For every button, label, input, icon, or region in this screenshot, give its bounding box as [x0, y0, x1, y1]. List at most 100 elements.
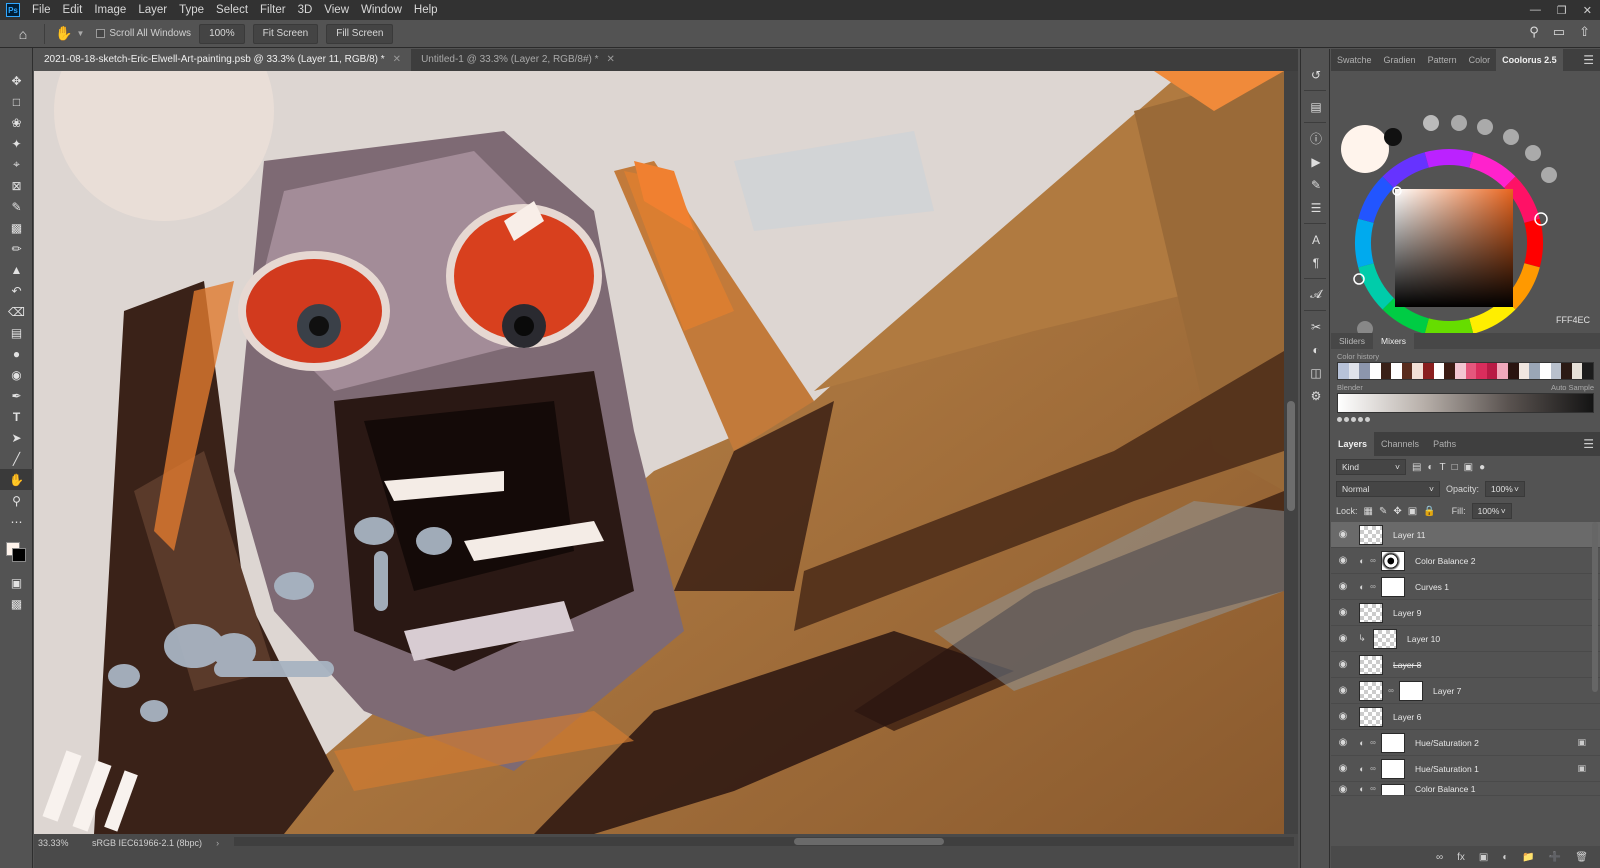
color-history-swatch[interactable] [1508, 363, 1519, 379]
color-history-swatch[interactable] [1476, 363, 1487, 379]
layer-row[interactable]: ◉ Layer 11 [1331, 522, 1600, 548]
new-adjustment-icon[interactable]: ◐ [1502, 852, 1508, 863]
libraries-icon[interactable]: ▤ [1301, 95, 1331, 118]
menu-filter[interactable]: Filter [254, 0, 292, 20]
workspace-icon[interactable]: ▭ [1553, 24, 1565, 40]
layer-row[interactable]: ◉ ◐ ∞ Hue/Saturation 2 ▣ [1331, 730, 1600, 756]
zoom-100-button[interactable]: 100% [199, 23, 245, 44]
layer-row[interactable]: ◉ ↳ Layer 10 [1331, 626, 1600, 652]
color-history-swatch[interactable] [1539, 363, 1551, 379]
scroll-all-windows-checkbox[interactable]: Scroll All Windows [96, 28, 191, 39]
layer-name[interactable]: Layer 11 [1393, 530, 1425, 540]
tools-preset-icon[interactable]: ✂ [1301, 315, 1331, 338]
lock-all-icon[interactable]: 🔒 [1423, 506, 1435, 517]
pen-tool-icon[interactable]: ✒ [0, 385, 33, 406]
search-icon[interactable]: ⚲ [1529, 24, 1539, 40]
tab-document-2[interactable]: Untitled-1 @ 33.3% (Layer 2, RGB/8#) * ✕ [411, 49, 625, 71]
coolorus-color-wheel[interactable]: FFF4EC [1331, 71, 1600, 355]
more-tools-icon[interactable]: ⋯ [0, 511, 33, 532]
color-history-swatch[interactable] [1444, 363, 1455, 379]
tab-coolorus[interactable]: Coolorus 2.5 [1496, 49, 1563, 71]
healing-brush-tool-icon[interactable]: ▩ [0, 217, 33, 238]
background-color-swatch[interactable] [12, 548, 26, 562]
layer-name[interactable]: Layer 9 [1393, 608, 1421, 618]
horizontal-scrollbar[interactable] [234, 837, 1294, 846]
hand-tool-icon[interactable]: ✋ [55, 25, 72, 42]
filter-toggle-icon[interactable]: ● [1479, 462, 1485, 473]
menu-window[interactable]: Window [355, 0, 408, 20]
home-icon[interactable]: ⌂ [12, 26, 34, 42]
chevron-right-icon[interactable]: › [216, 838, 219, 848]
quick-mask-icon[interactable]: ▣ [0, 572, 33, 593]
color-history-swatch[interactable] [1359, 363, 1370, 379]
color-history-swatch[interactable] [1391, 363, 1402, 379]
screen-mode-icon[interactable]: ▩ [0, 593, 33, 614]
tab-patterns[interactable]: Pattern [1422, 49, 1463, 71]
layer-name[interactable]: Layer 7 [1433, 686, 1461, 696]
color-history-swatch[interactable] [1380, 363, 1392, 379]
close-icon[interactable]: ✕ [393, 49, 401, 71]
new-layer-icon[interactable]: ➕ [1549, 852, 1561, 863]
menu-edit[interactable]: Edit [57, 0, 89, 20]
eraser-tool-icon[interactable]: ⌫ [0, 301, 33, 322]
color-swatches[interactable] [0, 532, 33, 572]
close-icon[interactable]: ✕ [1583, 4, 1592, 17]
eye-icon[interactable]: ◉ [1331, 529, 1355, 540]
add-mask-icon[interactable]: ▣ [1479, 852, 1488, 863]
type-tool-icon[interactable]: T [0, 406, 33, 427]
styles-icon[interactable]: ◐ [1301, 338, 1331, 361]
opacity-field[interactable]: 100% ˅ [1485, 481, 1526, 497]
link-icon[interactable]: ∞ [1387, 686, 1395, 695]
tab-color[interactable]: Color [1463, 49, 1497, 71]
color-history-swatch[interactable] [1433, 363, 1445, 379]
character-icon[interactable]: A [1301, 228, 1331, 251]
menu-help[interactable]: Help [408, 0, 444, 20]
tab-gradients[interactable]: Gradien [1378, 49, 1422, 71]
eye-icon[interactable]: ◉ [1331, 685, 1355, 696]
layer-name[interactable]: Layer 8 [1393, 660, 1421, 670]
color-history-swatch[interactable] [1338, 363, 1349, 379]
tab-mixers[interactable]: Mixers [1372, 333, 1415, 349]
menu-layer[interactable]: Layer [132, 0, 173, 20]
history-icon[interactable]: ↺ [1301, 63, 1331, 86]
layer-kind-filter[interactable]: Kind ˅ [1336, 459, 1406, 475]
color-history-swatch[interactable] [1412, 363, 1423, 379]
layer-name[interactable]: Layer 10 [1407, 634, 1440, 644]
crop-tool-icon[interactable]: ⌖ [0, 154, 33, 175]
fill-screen-button[interactable]: Fill Screen [326, 23, 394, 44]
delete-layer-icon[interactable]: 🗑 [1575, 852, 1588, 863]
fill-field[interactable]: 100% ˅ [1471, 503, 1512, 519]
eye-icon[interactable]: ◉ [1331, 711, 1355, 722]
chevron-down-icon[interactable]: ▼ [76, 29, 84, 38]
layer-name[interactable]: Color Balance 2 [1415, 556, 1475, 566]
restore-icon[interactable]: ❐ [1557, 4, 1567, 17]
type-filter-icon[interactable]: T [1440, 462, 1446, 473]
link-layers-icon[interactable]: ∞ [1436, 852, 1443, 863]
glyphs-icon[interactable]: 𝓐 [1301, 283, 1331, 306]
eye-icon[interactable]: ◉ [1331, 659, 1355, 670]
vertical-scrollbar[interactable] [1284, 71, 1298, 834]
color-history-swatch[interactable] [1571, 363, 1583, 379]
eyedropper-tool-icon[interactable]: ✎ [0, 196, 33, 217]
info-icon[interactable]: ⓘ [1301, 127, 1331, 150]
menu-type[interactable]: Type [173, 0, 210, 20]
eye-icon[interactable]: ◉ [1331, 607, 1355, 618]
stamp-tool-icon[interactable]: ▲ [0, 259, 33, 280]
color-history-swatch[interactable] [1401, 363, 1413, 379]
checkbox-box[interactable] [96, 29, 106, 38]
tab-paths[interactable]: Paths [1426, 432, 1463, 456]
eye-icon[interactable]: ◉ [1331, 555, 1355, 566]
menu-view[interactable]: View [318, 0, 355, 20]
zoom-level[interactable]: 33.33% [34, 838, 78, 848]
scrollbar-thumb[interactable] [794, 838, 944, 845]
frame-tool-icon[interactable]: ⊠ [0, 175, 33, 196]
color-history-swatch[interactable] [1518, 363, 1530, 379]
eye-icon[interactable]: ◉ [1331, 763, 1355, 774]
adjustments-icon[interactable]: ☰ [1301, 196, 1331, 219]
properties-icon[interactable]: ⚙ [1301, 384, 1331, 407]
blender-pages[interactable] [1331, 413, 1600, 426]
color-history-swatch[interactable] [1486, 363, 1498, 379]
lock-artboard-icon[interactable]: ▣ [1408, 506, 1417, 517]
color-history-swatch[interactable] [1454, 363, 1466, 379]
color-blender-gradient[interactable] [1337, 393, 1594, 413]
